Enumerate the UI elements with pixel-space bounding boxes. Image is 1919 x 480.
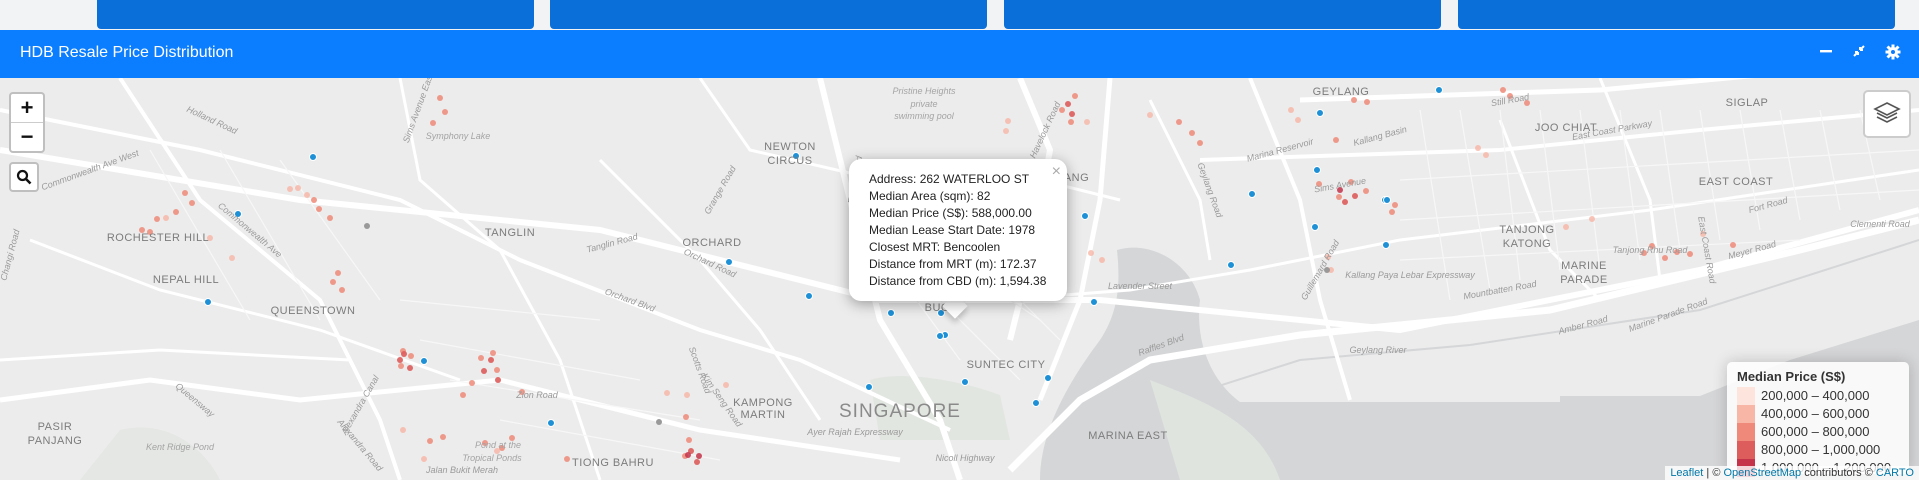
map-label: Tropical Ponds xyxy=(462,453,522,463)
popup-address: Address: 262 WATERLOO ST xyxy=(869,172,1030,186)
map-label: Pristine Heights xyxy=(892,86,956,96)
legend: Median Price (S$) 200,000 – 400,000 400,… xyxy=(1727,362,1909,477)
map-label: PANJANG xyxy=(27,435,83,447)
map-label: ROCHESTER HILL xyxy=(106,232,210,244)
map-label: Tanjong Rhu Road xyxy=(1612,245,1688,255)
info-popup: × Address: 262 WATERLOO ST Median Area (… xyxy=(849,159,1067,301)
leaflet-link[interactable]: Leaflet xyxy=(1670,467,1703,479)
search-icon xyxy=(16,169,32,185)
map-label: Nicoll Highway xyxy=(935,453,995,463)
map-label: KAMPONG xyxy=(733,397,793,409)
map-label: MARINE xyxy=(1561,260,1607,272)
value-box xyxy=(97,0,534,29)
map-label: QUEENSTOWN xyxy=(270,305,356,317)
map-label: GEYLANG xyxy=(1312,86,1370,98)
map-label: Kallang Paya Lebar Expressway xyxy=(1345,270,1475,280)
panel-header: HDB Resale Price Distribution xyxy=(0,30,1919,78)
map-label: SIGLAP xyxy=(1725,97,1769,109)
value-box xyxy=(1458,0,1895,29)
legend-item: 600,000 – 800,000 xyxy=(1727,423,1909,441)
map-label: TANGLIN xyxy=(484,227,536,239)
map-label: SINGAPORE xyxy=(839,401,961,422)
park xyxy=(80,427,220,480)
map-label: NEPAL HILL xyxy=(152,274,220,286)
legend-label: 800,000 – 1,000,000 xyxy=(1761,442,1881,457)
map-label: Lavender Street xyxy=(1107,281,1173,291)
map-label: SUNTEC CITY xyxy=(966,359,1046,371)
search-button[interactable] xyxy=(9,162,39,192)
legend-item: 800,000 – 1,000,000 xyxy=(1727,441,1909,459)
carto-link[interactable]: CARTO xyxy=(1876,467,1914,479)
map-label: Symphony Lake xyxy=(425,131,491,141)
legend-swatch xyxy=(1737,387,1755,405)
attribution-contrib: contributors © xyxy=(1801,467,1876,479)
legend-item: 400,000 – 600,000 xyxy=(1727,405,1909,423)
map-label: CIRCUS xyxy=(767,155,813,167)
legend-label: 600,000 – 800,000 xyxy=(1761,424,1870,439)
map-label: MARINA EAST xyxy=(1088,430,1168,442)
attribution-sep: | © xyxy=(1703,467,1724,479)
compress-icon xyxy=(1853,45,1865,57)
popup-median-area: Median Area (sqm): 82 xyxy=(869,189,991,203)
layers-icon xyxy=(1873,102,1901,123)
zoom-out-button[interactable]: − xyxy=(11,123,43,151)
popup-closest-mrt: Closest MRT: Bencoolen xyxy=(869,240,1001,254)
value-box xyxy=(1004,0,1441,29)
map-label: Clementi Road xyxy=(1850,219,1910,229)
layers-button[interactable] xyxy=(1863,90,1911,138)
popup-distance-cbd: Distance from CBD (m): 1,594.38 xyxy=(869,274,1047,288)
map-label: Jalan Bukit Merah xyxy=(425,465,499,475)
legend-title: Median Price (S$) xyxy=(1737,369,1846,384)
map-label: swimming pool xyxy=(894,111,954,121)
minimize-button[interactable] xyxy=(1816,44,1836,64)
map-label: TIONG BAHRU xyxy=(572,457,654,469)
value-box xyxy=(550,0,987,29)
zoom-in-button[interactable]: + xyxy=(11,94,43,123)
panel-title: HDB Resale Price Distribution xyxy=(20,44,234,61)
map-label: ORCHARD xyxy=(682,237,742,249)
top-strip xyxy=(0,0,1919,30)
map-label: PARADE xyxy=(1560,274,1608,286)
osm-link[interactable]: OpenStreetMap xyxy=(1723,467,1801,479)
map-label: Pond at the xyxy=(474,440,522,450)
legend-swatch xyxy=(1737,423,1755,441)
legend-label: 400,000 – 600,000 xyxy=(1761,406,1870,421)
popup-close-button[interactable]: × xyxy=(1052,163,1061,181)
legend-item: 200,000 – 400,000 xyxy=(1727,387,1909,405)
map-label: private xyxy=(910,99,938,109)
minus-icon xyxy=(1820,50,1832,53)
map-label: Kent Ridge Pond xyxy=(145,442,215,452)
popup-distance-mrt: Distance from MRT (m): 172.37 xyxy=(869,257,1037,271)
zoom-control: + − xyxy=(9,92,45,153)
mrt-stations xyxy=(204,86,1443,427)
map-label: PASIR xyxy=(37,421,73,433)
map-label: Zion Road xyxy=(516,390,558,400)
popup-lease-start: Median Lease Start Date: 1978 xyxy=(869,223,1036,237)
expand-button[interactable] xyxy=(1849,44,1869,64)
gear-icon xyxy=(1885,44,1901,60)
map-label: EAST COAST xyxy=(1698,176,1774,188)
legend-swatch xyxy=(1737,405,1755,423)
legend-swatch xyxy=(1737,441,1755,459)
map-label: NEWTON xyxy=(764,141,816,153)
popup-median-price: Median Price (S$): 588,000.00 xyxy=(869,206,1032,220)
map-label: Ayer Rajah Expressway xyxy=(807,427,903,437)
legend-label: 200,000 – 400,000 xyxy=(1761,388,1870,403)
map-label: TANJONG xyxy=(1499,224,1555,236)
attribution: Leaflet | © OpenStreetMap contributors ©… xyxy=(1665,466,1919,480)
map-label: Geylang River xyxy=(1349,345,1407,355)
map-label: KATONG xyxy=(1502,238,1552,250)
map-label: MARTIN xyxy=(740,409,786,421)
settings-button[interactable] xyxy=(1883,44,1903,64)
